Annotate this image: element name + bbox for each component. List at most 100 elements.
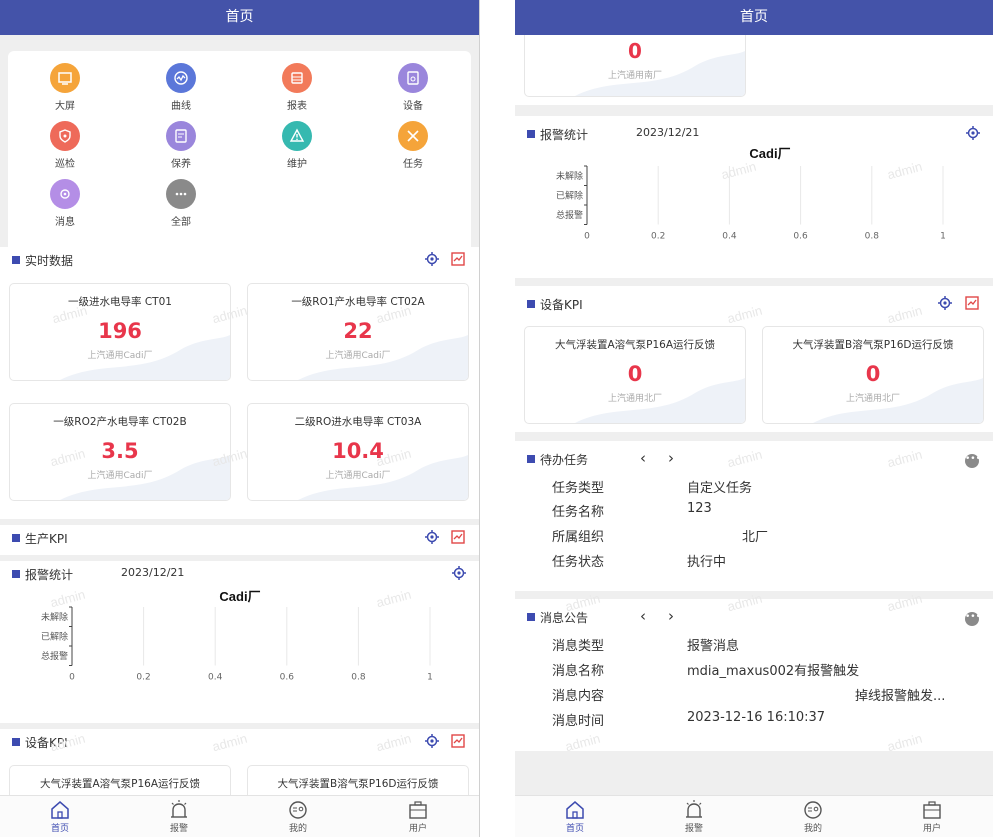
x-tick-label: 0.8 xyxy=(865,232,880,242)
user-icon xyxy=(923,801,941,819)
export-icon[interactable] xyxy=(449,528,467,546)
tab-alarm[interactable]: 报警 xyxy=(664,799,724,834)
tab-profile[interactable]: 我的 xyxy=(783,799,843,834)
prev-arrow-icon[interactable]: ‹ xyxy=(640,449,646,467)
tab-profile[interactable]: 我的 xyxy=(268,799,328,834)
export-icon[interactable] xyxy=(449,250,467,268)
grid-item-report[interactable]: 报表 xyxy=(257,63,337,112)
grid-item-curve[interactable]: 曲线 xyxy=(141,63,221,112)
kv-value: 123 xyxy=(687,501,712,516)
todo-section: 待办任务 ‹ › ••• 任务类型 自定义任务 任务名称 123 所属组织 北厂… xyxy=(515,441,993,591)
kv-value: 北厂 xyxy=(742,530,769,545)
grid-item-label: 巡检 xyxy=(55,159,75,170)
tab-alarm[interactable]: 报警 xyxy=(149,799,209,834)
y-tick-label: 未解除 xyxy=(556,170,583,182)
device-kpi-section: 设备KPI 大气浮装置A溶气泵P16A运行反馈 0 上汽通用北厂 大气浮装置B溶… xyxy=(515,286,993,432)
home-icon xyxy=(566,801,584,819)
card-title: 一级RO2产水电导率 CT02B xyxy=(53,416,187,428)
device-card[interactable]: 大气浮装置A溶气泵P16A运行反馈 0 上汽通用北厂 xyxy=(524,326,746,424)
x-tick-label: 1 xyxy=(427,673,433,683)
card-title: 二级RO进水电导率 CT03A xyxy=(294,416,422,428)
grid-item-label: 大屏 xyxy=(55,101,75,112)
grid-item-inspection[interactable]: 巡检 xyxy=(25,121,105,170)
grid-item-label: 全部 xyxy=(171,217,191,228)
card-title: 大气浮装置B溶气泵P16D运行反馈 xyxy=(792,339,954,351)
task-icon xyxy=(398,121,428,151)
alarm-chart: Cadi厂 0 0.2 0.4 0.6 0.8 1 未解除已解除总报警 xyxy=(556,146,946,242)
grid-item-label: 报表 xyxy=(287,101,307,112)
data-card[interactable]: 一级RO1产水电导率 CT02A 22 上汽通用Cadi厂 xyxy=(247,283,469,381)
home-content[interactable]: 大屏 曲线 报表 设备 巡检 保养 维护 任务 消息 全部 实时数据 一级进水电… xyxy=(0,35,479,795)
alarm-icon xyxy=(686,800,702,818)
page-title: 首页 xyxy=(0,0,479,35)
section-marker xyxy=(527,613,535,621)
settings-icon[interactable] xyxy=(936,294,954,312)
device-card[interactable]: 大气浮装置B溶气泵P16D运行反馈 xyxy=(247,765,469,795)
y-tick-label: 总报警 xyxy=(556,209,583,221)
kv-value: 自定义任务 xyxy=(687,481,753,496)
home-content[interactable]: 0 上汽通用南厂 报警统计 2023/12/21 Cadi厂 0 0.2 0.4 0.6… xyxy=(515,35,993,795)
chart-title: Cadi厂 xyxy=(219,589,260,604)
export-icon[interactable] xyxy=(963,294,981,312)
device-kpi-top: 0 上汽通用南厂 xyxy=(515,35,993,105)
x-tick-label: 0.6 xyxy=(793,232,808,242)
section-marker xyxy=(527,300,535,308)
tab-home[interactable]: 首页 xyxy=(545,799,605,834)
home-icon xyxy=(51,801,69,819)
inspection-icon xyxy=(50,121,80,151)
more-icon[interactable]: ••• xyxy=(965,454,981,468)
device-kpi-section: 设备KPI 大气浮装置A溶气泵P16A运行反馈 大气浮装置B溶气泵P16D运行反… xyxy=(0,729,479,795)
settings-icon[interactable] xyxy=(423,732,441,750)
settings-icon[interactable] xyxy=(423,250,441,268)
data-card[interactable]: 一级进水电导率 CT01 196 上汽通用Cadi厂 xyxy=(9,283,231,381)
x-tick-label: 0.4 xyxy=(208,673,223,683)
device-card[interactable]: 大气浮装置A溶气泵P16A运行反馈 xyxy=(9,765,231,795)
kv-label: 任务名称 xyxy=(552,505,605,520)
grid-item-dashboard[interactable]: 大屏 xyxy=(25,63,105,112)
kv-label: 消息类型 xyxy=(552,639,605,654)
grid-item-device[interactable]: 设备 xyxy=(373,63,453,112)
section-marker xyxy=(12,738,20,746)
device-card[interactable]: 0 上汽通用南厂 xyxy=(524,35,746,97)
grid-item-repair[interactable]: 维护 xyxy=(257,121,337,170)
more-icon xyxy=(166,179,196,209)
kv-label: 任务类型 xyxy=(552,481,605,496)
tab-user[interactable]: 用户 xyxy=(902,799,962,834)
next-arrow-icon[interactable]: › xyxy=(668,449,674,467)
card-title: 一级进水电导率 CT01 xyxy=(68,296,172,308)
tab-label: 用户 xyxy=(922,824,941,834)
grid-item-all[interactable]: 全部 xyxy=(141,179,221,228)
tab-home[interactable]: 首页 xyxy=(30,799,90,834)
wave-decoration xyxy=(813,378,983,423)
tab-user[interactable]: 用户 xyxy=(388,799,448,834)
y-tick-label: 已解除 xyxy=(41,630,68,642)
kv-value: 2023-12-16 16:10:37 xyxy=(687,710,826,725)
data-card[interactable]: 二级RO进水电导率 CT03A 10.4 上汽通用Cadi厂 xyxy=(247,403,469,501)
grid-item-maintenance[interactable]: 保养 xyxy=(141,121,221,170)
wave-decoration xyxy=(60,335,230,380)
maintenance-icon xyxy=(166,121,196,151)
export-icon[interactable] xyxy=(449,732,467,750)
x-tick-label: 0.2 xyxy=(136,673,150,683)
device-card[interactable]: 大气浮装置B溶气泵P16D运行反馈 0 上汽通用北厂 xyxy=(762,326,984,424)
next-arrow-icon[interactable]: › xyxy=(668,607,674,625)
card-title: 大气浮装置B溶气泵P16D运行反馈 xyxy=(277,778,439,790)
kv-value: mdia_maxus002有报警触发 xyxy=(687,664,860,679)
tab-label: 首页 xyxy=(565,824,584,834)
section-title: 设备KPI xyxy=(25,736,68,750)
x-tick-label: 0.4 xyxy=(722,232,737,242)
more-icon[interactable]: ••• xyxy=(965,612,981,626)
grid-item-label: 保养 xyxy=(171,159,191,170)
message-icon xyxy=(50,179,80,209)
alarm-chart: Cadi厂 0 0.2 0.4 0.6 0.8 1 未解除已解除总报警 xyxy=(41,589,433,683)
grid-item-label: 维护 xyxy=(287,159,307,170)
x-tick-label: 0.6 xyxy=(280,673,295,683)
data-card[interactable]: 一级RO2产水电导率 CT02B 3.5 上汽通用Cadi厂 xyxy=(9,403,231,501)
section-title: 消息公告 xyxy=(540,611,589,625)
settings-icon[interactable] xyxy=(423,528,441,546)
y-tick-label: 总报警 xyxy=(41,650,68,662)
prev-arrow-icon[interactable]: ‹ xyxy=(640,607,646,625)
grid-item-message[interactable]: 消息 xyxy=(25,179,105,228)
grid-item-task[interactable]: 任务 xyxy=(373,121,453,170)
kv-value: 掉线报警触发... xyxy=(855,689,946,704)
